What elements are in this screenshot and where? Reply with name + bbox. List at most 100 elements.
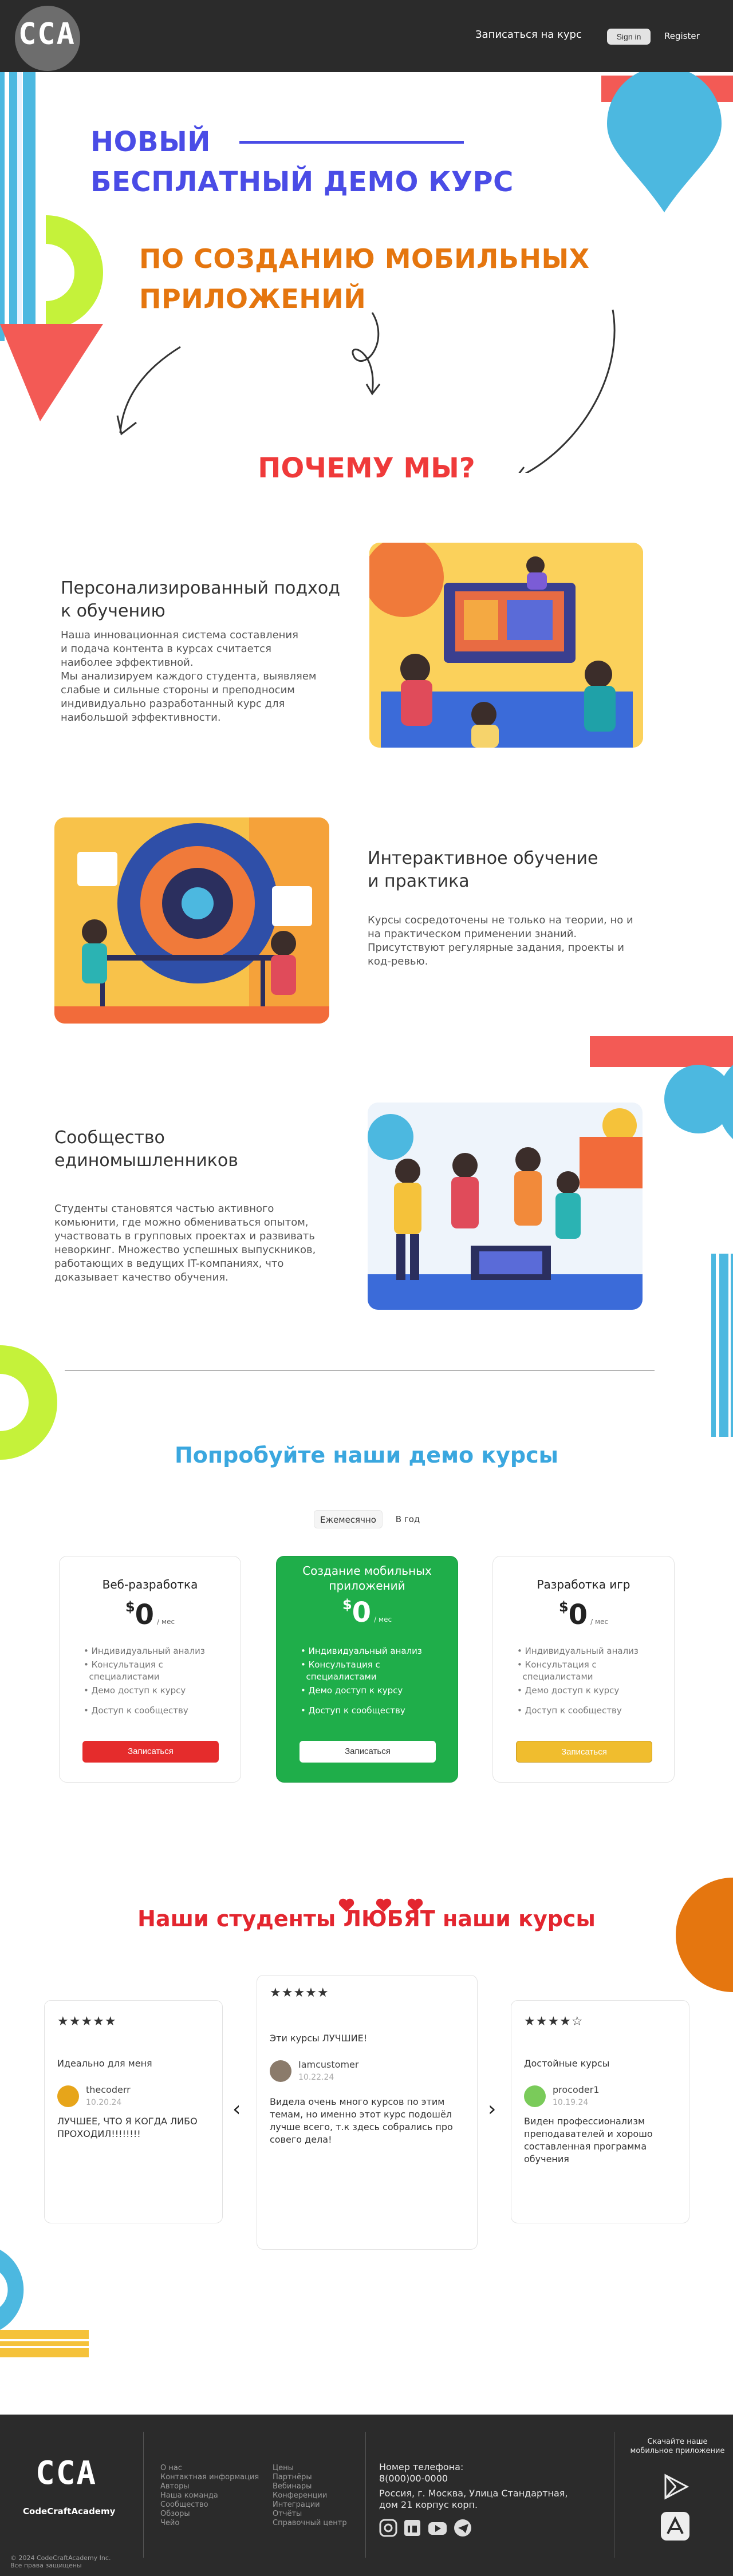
footer-link[interactable]: Наша команда <box>160 2491 259 2500</box>
review-text: ЛУЧШЕЕ, ЧТО Я КОГДА ЛИБО ПРОХОДИЛ!!!!!!!… <box>57 2116 198 2139</box>
plan-feature-list: • Индивидуальный анализ • Консультация с… <box>517 1645 660 1718</box>
plan-price: $0 / мес <box>493 1599 674 1631</box>
review-headline: Идеально для меня <box>57 2058 152 2069</box>
enroll-mobile-button[interactable]: Записаться <box>299 1741 436 1763</box>
phone-number[interactable]: 8(000)00-0000 <box>379 2473 568 2484</box>
feature-title-line: единомышленников <box>54 1151 238 1171</box>
feature-text-line: Мы анализируем каждого студента, выявляе… <box>61 670 317 682</box>
pricing-card-web: Веб-разработка $0 / мес • Индивидуальный… <box>59 1556 241 1783</box>
logo-text[interactable]: CCA <box>18 17 76 52</box>
reviewer-name: Iamcustomer <box>298 2059 359 2070</box>
footer-link[interactable]: Отчёты <box>273 2510 347 2519</box>
toggle-monthly[interactable]: Ежемесячно <box>314 1510 383 1528</box>
rating-stars: ★★★★★ <box>270 1986 329 2000</box>
feature-text-line: доказывает качество обучения. <box>54 1271 228 1283</box>
enroll-link[interactable]: Записаться на курс <box>475 29 582 41</box>
telegram-icon <box>454 2519 471 2537</box>
currency-symbol: $ <box>125 1599 135 1615</box>
reviewer-name: procoder1 <box>553 2084 600 2095</box>
pricing-card-games: Разработка игр $0 / мес • Индивидуальный… <box>492 1556 675 1783</box>
plan-feature: • Консультация с специалистами <box>517 1660 597 1682</box>
heading-part-emphasis: ЛЮБЯТ <box>343 1906 435 1931</box>
register-link[interactable]: Register <box>664 31 700 41</box>
footer-link[interactable]: О нас <box>160 2464 259 2473</box>
feature-title-line: Интерактивное обучение <box>368 848 598 868</box>
feature-text-line: Курсы сосредоточены не только на теории,… <box>368 914 633 926</box>
avatar <box>524 2085 546 2107</box>
toggle-yearly[interactable]: В год <box>391 1510 425 1528</box>
feature-text-line: индивидуально разработанный курс для <box>61 698 285 710</box>
demo-courses-heading: Попробуйте наши демо курсы <box>174 1443 559 1468</box>
plan-title: Веб-разработка <box>102 1578 198 1591</box>
footer-link[interactable]: Интеграции <box>273 2500 347 2510</box>
footer-link[interactable]: Цены <box>273 2464 347 2473</box>
review-card: ★★★★★ Эти курсы ЛУЧШИЕ! Iamcustomer 10.2… <box>257 1975 478 2250</box>
address-line: дом 21 корпус корп. <box>379 2499 478 2510</box>
footer-link[interactable]: Контактная информация <box>160 2473 259 2482</box>
feature-illustration-interactive <box>54 817 329 1024</box>
plan-feature: • Демо доступ к курсу <box>301 1685 403 1696</box>
footer-link[interactable]: Сообщество <box>160 2500 259 2510</box>
review-card: ★★★★☆ Достойные курсы procoder1 10.19.24… <box>511 2000 689 2223</box>
site-footer: CCA CodeCraftAcademy © 2024 CodeCraftAca… <box>0 2415 733 2576</box>
rating-stars: ★★★★★ <box>57 2014 117 2029</box>
why-us-heading: ПОЧЕМУ МЫ? <box>258 452 475 484</box>
plan-price: $0 / мес <box>60 1599 241 1631</box>
currency-symbol: $ <box>342 1597 352 1613</box>
footer-link[interactable]: Обзоры <box>160 2510 259 2519</box>
plan-title: Создание мобильных приложений <box>277 1563 458 1593</box>
feature-text-line: слабые и сильные стороны и преподносим <box>61 684 295 696</box>
copyright: © 2024 CodeCraftAcademy Inc. Все права з… <box>10 2554 111 2569</box>
pricing-card-mobile: Создание мобильных приложений $0 / мес •… <box>276 1556 458 1783</box>
app-store-icon <box>661 2512 689 2541</box>
feature-text-line: Студенты становятся частью активного <box>54 1203 274 1215</box>
plan-price: $0 / мес <box>277 1597 458 1629</box>
footer-link[interactable]: Чейо <box>160 2519 259 2528</box>
carousel-next-arrow[interactable]: › <box>488 2097 496 2121</box>
rating-stars: ★★★★☆ <box>524 2014 584 2029</box>
footer-link[interactable]: Вебинары <box>273 2482 347 2491</box>
heading-part: наши курсы <box>443 1906 596 1931</box>
plan-feature: • Консультация с специалистами <box>84 1660 163 1682</box>
feature-title-line: Персонализированный подход <box>61 578 340 598</box>
app-store-icons <box>661 2474 689 2541</box>
avatar <box>270 2060 291 2082</box>
footer-link[interactable]: Авторы <box>160 2482 259 2491</box>
review-date: 10.19.24 <box>553 2098 589 2107</box>
plan-title-line: приложений <box>329 1579 405 1593</box>
phone-label: Номер телефона: <box>379 2462 464 2472</box>
feature-text-line: участвовать в групповых проектах и разви… <box>54 1230 315 1242</box>
plan-feature: • Демо доступ к курсу <box>84 1685 186 1696</box>
currency-symbol: $ <box>558 1599 569 1615</box>
feature-text-line: Присутствуют регулярные задания, проекты… <box>368 942 624 954</box>
address-line: Россия, г. Москва, Улица Стандартная, <box>379 2488 568 2499</box>
footer-logo[interactable]: CCA <box>36 2455 97 2492</box>
enroll-games-button[interactable]: Записаться <box>516 1741 652 1763</box>
feature-illustration-personal <box>369 543 643 748</box>
review-card: ★★★★★ Идеально для меня thecoderr 10.20.… <box>44 2000 223 2223</box>
sign-in-button[interactable]: Sign in <box>607 29 651 45</box>
feature-title-personal: Персонализированный подход к обучению <box>61 577 340 623</box>
feature-title-line: Сообщество <box>54 1128 165 1148</box>
plan-feature: • Индивидуальный анализ <box>517 1646 639 1656</box>
feature-text-line: Наша инновационная система составления <box>61 629 298 641</box>
heading-part: Наши студенты <box>137 1906 336 1931</box>
price-period: / мес <box>590 1618 609 1626</box>
feature-title-line: и практика <box>368 871 470 891</box>
students-love-heading: Наши студенты ЛЮБЯТ наши курсы <box>0 1906 733 1931</box>
price-period: / мес <box>157 1618 175 1626</box>
footer-link[interactable]: Справочный центр <box>273 2519 347 2528</box>
enroll-web-button[interactable]: Записаться <box>82 1741 219 1763</box>
linkedin-icon <box>404 2520 420 2536</box>
footer-link[interactable]: Партнёры <box>273 2473 347 2482</box>
footer-links-col1: О нас Контактная информация Авторы Наша … <box>160 2464 259 2528</box>
feature-text-line: комьюнити, где можно обмениваться опытом… <box>54 1216 309 1228</box>
plan-feature-list: • Индивидуальный анализ • Консультация с… <box>84 1645 227 1718</box>
bottom-left-decoration <box>0 2250 89 2357</box>
avatar <box>57 2085 79 2107</box>
footer-link[interactable]: Конференции <box>273 2491 347 2500</box>
carousel-prev-arrow[interactable]: ‹ <box>232 2097 241 2121</box>
feature-text-personal: Наша инновационная система составления и… <box>61 629 317 725</box>
feature-illustration-community <box>368 1103 643 1310</box>
review-text: Видела очень много курсов по этим темам,… <box>270 2096 453 2145</box>
